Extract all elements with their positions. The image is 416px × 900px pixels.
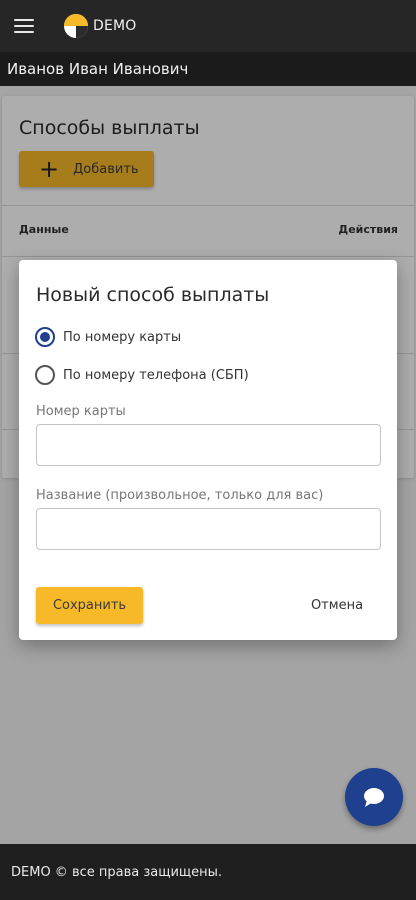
radio-label: По номеру карты — [63, 329, 182, 345]
demo-logo-icon — [64, 14, 88, 38]
radio-button[interactable] — [35, 365, 55, 385]
menu-icon — [14, 19, 34, 33]
footer: DEMO © все права защищены. — [0, 844, 416, 900]
logo[interactable]: DEMO — [63, 13, 137, 39]
name-label: Название (произвольное, только для вас) — [36, 488, 324, 503]
logo-text: DEMO — [93, 18, 137, 34]
chat-button[interactable] — [345, 768, 403, 826]
name-input[interactable] — [36, 508, 381, 550]
card-number-label: Номер карты — [36, 404, 126, 419]
dialog-title: Новый способ выплаты — [36, 284, 270, 306]
new-payout-method-dialog: Новый способ выплаты По номеру карты По … — [19, 260, 397, 640]
menu-button[interactable] — [1, 0, 47, 52]
user-name-bar: Иванов Иван Иванович — [0, 52, 416, 86]
user-name: Иванов Иван Иванович — [7, 60, 189, 78]
radio-label: По номеру телефона (СБП) — [63, 367, 249, 383]
footer-text: DEMO © все права защищены. — [11, 864, 223, 880]
app-bar: DEMO — [0, 0, 416, 52]
chat-icon — [364, 788, 384, 807]
save-button[interactable]: Сохранить — [36, 587, 143, 624]
radio-option-phone[interactable]: По номеру телефона (СБП) — [35, 365, 249, 385]
cancel-button[interactable]: Отмена — [297, 587, 377, 624]
radio-button[interactable] — [35, 327, 55, 347]
radio-option-card[interactable]: По номеру карты — [35, 327, 181, 347]
card-number-input[interactable] — [36, 424, 381, 466]
